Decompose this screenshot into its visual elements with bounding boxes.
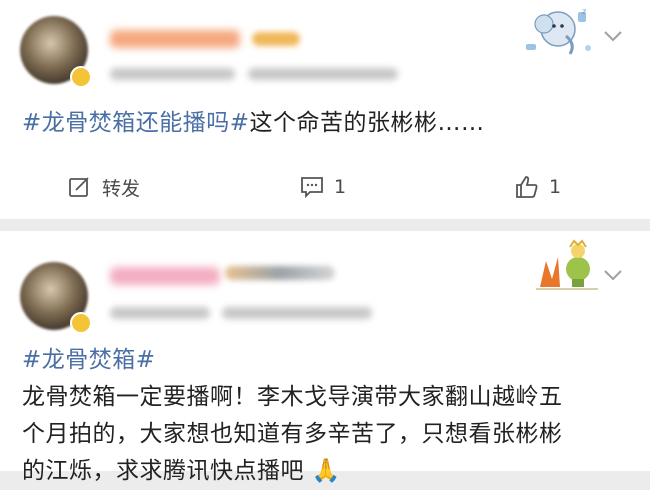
post-text: #龙骨焚箱还能播吗#这个命苦的张彬彬…… <box>22 105 626 142</box>
post-source-blurred <box>222 307 372 319</box>
thumbs-up-icon <box>516 176 538 198</box>
post-source-blurred <box>248 68 398 80</box>
repost-label: 转发 <box>102 177 141 200</box>
verified-badge-icon <box>70 66 92 88</box>
chevron-down-icon[interactable] <box>604 269 622 281</box>
like-count: 1 <box>549 176 562 198</box>
post-time-blurred <box>110 68 235 80</box>
post-body: 这个命苦的张彬彬…… <box>249 110 485 136</box>
praying-hands-emoji: 🙏 <box>311 458 341 484</box>
chevron-down-icon[interactable] <box>604 30 622 42</box>
post-time-blurred <box>110 307 210 319</box>
cartoon-elephant-decoration-icon: z <box>526 7 591 55</box>
little-prince-fox-decoration-icon <box>536 239 598 290</box>
post-body-line: 龙骨焚箱一定要播啊！李木戈导演带大家翻山越岭五 <box>22 384 563 410</box>
post-body-line: 个月拍的，大家想也知道有多辛苦了，只想看张彬彬 <box>22 421 563 447</box>
comment-button[interactable]: 1 <box>300 172 346 202</box>
comment-count: 1 <box>334 176 347 198</box>
comment-bubble-icon <box>301 177 323 199</box>
post-body-line: 的江烁，求求腾讯快点播吧 🙏 <box>22 458 341 484</box>
verified-badge-icon <box>70 312 92 334</box>
user-badges-blurred <box>252 32 300 46</box>
svg-text:z: z <box>582 7 586 16</box>
username-blurred[interactable] <box>110 267 220 285</box>
like-button[interactable]: 1 <box>515 172 561 202</box>
edit-share-icon <box>69 177 89 197</box>
hashtag-link[interactable]: #龙骨焚箱还能播吗# <box>22 110 250 136</box>
user-badges-blurred <box>225 266 335 280</box>
post-card: z #龙骨焚箱还能播吗#这个命苦的张彬彬…… 转发 1 1 <box>0 0 650 219</box>
post-card: #龙骨焚箱# 龙骨焚箱一定要播啊！李木戈导演带大家翻山越岭五 个月拍的，大家想也… <box>0 231 650 484</box>
hashtag-link[interactable]: #龙骨焚箱# <box>22 342 626 379</box>
post-text: #龙骨焚箱# 龙骨焚箱一定要播啊！李木戈导演带大家翻山越岭五 个月拍的，大家想也… <box>22 342 626 490</box>
username-blurred[interactable] <box>110 30 240 48</box>
repost-button[interactable]: 转发 <box>68 172 140 202</box>
